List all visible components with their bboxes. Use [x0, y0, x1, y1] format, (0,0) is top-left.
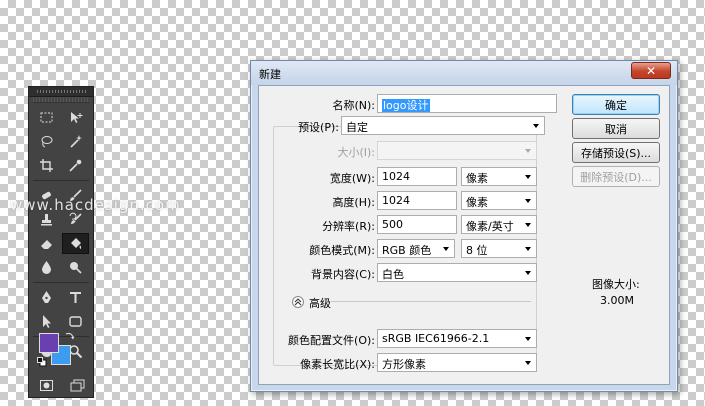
- color-swatches: [37, 331, 87, 371]
- chevron-down-icon: [525, 149, 531, 153]
- background-contents-value: 白色: [382, 268, 404, 281]
- width-value: 1024: [382, 170, 410, 183]
- color-profile-label: 颜色配置文件(O):: [288, 334, 375, 347]
- width-label: 宽度(W):: [329, 172, 375, 185]
- background-contents-select[interactable]: 白色: [377, 263, 537, 282]
- quick-mask-icon[interactable]: [33, 375, 60, 395]
- resolution-label: 分辨率(R):: [322, 220, 375, 233]
- image-size-value: 3.00M: [600, 294, 634, 307]
- watermark-text: www.hacdesign.com: [10, 196, 181, 214]
- tools-panel-header[interactable]: [29, 87, 93, 97]
- cancel-button[interactable]: 取消: [572, 118, 660, 139]
- preset-label: 预设(P):: [298, 121, 339, 134]
- chevron-down-icon: [443, 247, 449, 251]
- magic-wand-tool-icon[interactable]: [62, 131, 89, 152]
- pen-tool-icon[interactable]: [33, 287, 60, 308]
- tools-panel-grip[interactable]: [33, 97, 89, 103]
- advanced-divider: [331, 301, 531, 302]
- move-tool-icon[interactable]: [62, 107, 89, 128]
- ok-button[interactable]: 确定: [572, 94, 660, 115]
- name-label: 名称(N):: [332, 99, 375, 112]
- height-unit: 像素: [466, 196, 488, 209]
- save-preset-button[interactable]: 存储预设(S)...: [572, 142, 660, 163]
- lasso-tool-icon[interactable]: [33, 131, 60, 152]
- height-unit-select[interactable]: 像素: [461, 191, 537, 210]
- foreground-color-swatch[interactable]: [39, 333, 59, 353]
- name-input[interactable]: logo设计: [377, 94, 557, 113]
- swap-colors-icon[interactable]: [65, 331, 75, 341]
- chevron-down-icon: [533, 124, 539, 128]
- eraser-tool-icon[interactable]: [33, 233, 60, 254]
- new-document-dialog: 新建 ✕ 名称(N): logo设计 预设(P): 自定 大小(I): 宽度(W…: [250, 60, 678, 392]
- preset-value: 自定: [346, 121, 368, 134]
- paint-bucket-tool-icon[interactable]: [62, 233, 89, 254]
- delete-preset-button: 删除预设(D)...: [572, 166, 660, 187]
- pixel-aspect-value: 方形像素: [382, 358, 426, 371]
- type-tool-icon[interactable]: [62, 287, 89, 308]
- dialog-titlebar[interactable]: 新建 ✕: [251, 61, 677, 85]
- dodge-tool-icon[interactable]: [62, 257, 89, 278]
- chevron-down-icon: [525, 223, 531, 227]
- marquee-tool-icon[interactable]: [33, 107, 60, 128]
- pixel-aspect-select[interactable]: 方形像素: [377, 353, 537, 372]
- chevron-down-icon: [525, 199, 531, 203]
- width-unit-select[interactable]: 像素: [461, 167, 537, 186]
- chevron-down-icon: [525, 247, 531, 251]
- advanced-toggle-button[interactable]: [292, 296, 304, 308]
- size-label: 大小(I):: [337, 146, 375, 159]
- resolution-unit-select[interactable]: 像素/英寸: [461, 215, 537, 234]
- blur-tool-icon[interactable]: [33, 257, 60, 278]
- color-mode-select[interactable]: RGB 颜色: [377, 239, 455, 258]
- pixel-aspect-label: 像素长宽比(X):: [300, 358, 375, 371]
- color-mode-value: RGB 颜色: [382, 244, 432, 257]
- shape-tool-icon[interactable]: [62, 311, 89, 332]
- width-unit: 像素: [466, 172, 488, 185]
- dialog-content: 名称(N): logo设计 预设(P): 自定 大小(I): 宽度(W): 10…: [258, 85, 670, 385]
- crop-tool-icon[interactable]: [33, 155, 60, 176]
- bit-depth-value: 8 位: [466, 244, 488, 257]
- chevron-up-icon: [294, 298, 302, 306]
- screen-mode-icon[interactable]: [64, 375, 91, 395]
- resolution-value: 500: [382, 218, 403, 231]
- chevron-down-icon: [525, 361, 531, 365]
- width-input[interactable]: 1024: [377, 167, 457, 186]
- path-selection-tool-icon[interactable]: [33, 311, 60, 332]
- color-mode-label: 颜色模式(M):: [309, 244, 375, 257]
- image-size-label: 图像大小:: [592, 278, 640, 291]
- background-contents-label: 背景内容(C):: [311, 268, 375, 281]
- name-input-value: logo设计: [382, 99, 430, 112]
- tools-panel: [28, 86, 94, 398]
- color-profile-select[interactable]: sRGB IEC61966-2.1: [377, 329, 537, 348]
- dialog-title: 新建: [259, 68, 281, 81]
- size-select: [377, 141, 537, 160]
- chevron-down-icon: [525, 271, 531, 275]
- bit-depth-select[interactable]: 8 位: [461, 239, 537, 258]
- advanced-label: 高级: [309, 297, 331, 310]
- chevron-down-icon: [525, 175, 531, 179]
- chevron-down-icon: [525, 337, 531, 341]
- height-label: 高度(H):: [332, 196, 375, 209]
- color-profile-value: sRGB IEC61966-2.1: [382, 332, 490, 345]
- resolution-input[interactable]: 500: [377, 215, 457, 234]
- close-button[interactable]: ✕: [631, 62, 671, 79]
- default-colors-icon[interactable]: [37, 357, 47, 367]
- close-icon: ✕: [645, 63, 657, 78]
- preset-select[interactable]: 自定: [341, 116, 545, 135]
- height-input[interactable]: 1024: [377, 191, 457, 210]
- height-value: 1024: [382, 194, 410, 207]
- eyedropper-tool-icon[interactable]: [62, 155, 89, 176]
- resolution-unit: 像素/英寸: [466, 220, 514, 233]
